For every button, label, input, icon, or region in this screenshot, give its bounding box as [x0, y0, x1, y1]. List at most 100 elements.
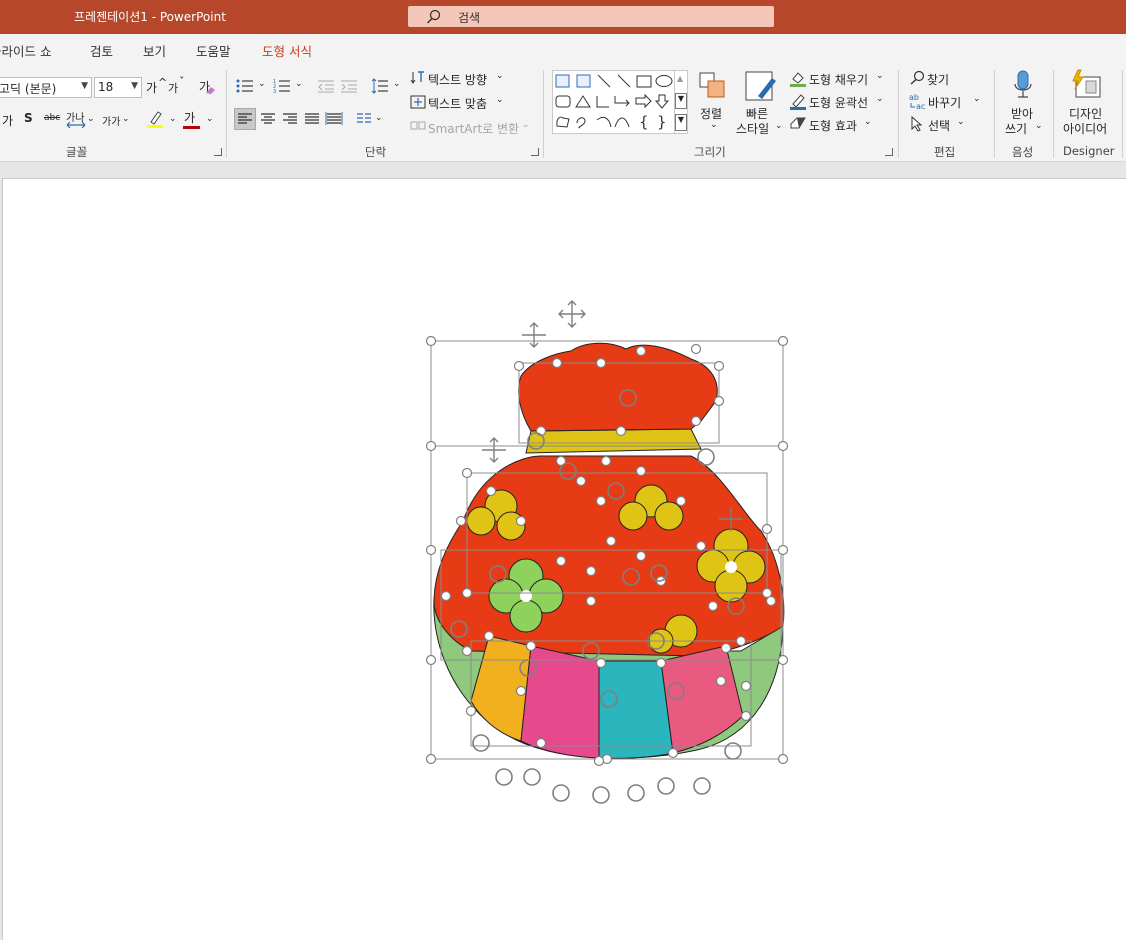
- decrease-indent-icon[interactable]: [318, 79, 334, 93]
- shrink-arrow-icon: ˇ: [179, 75, 185, 88]
- chevron-down-icon: ⌄: [169, 114, 177, 124]
- font-color-swatch: [183, 126, 200, 129]
- designer-group-label: Designer: [1063, 144, 1115, 158]
- spacing-arrows-icon: [66, 121, 86, 129]
- distributed-icon[interactable]: [325, 110, 343, 128]
- select-cursor-icon: [911, 116, 923, 132]
- font-name-select[interactable]: 고딕 (본문) ▼: [0, 77, 92, 98]
- columns-icon[interactable]: [356, 111, 372, 125]
- scroll-up-icon[interactable]: ▲: [677, 74, 683, 83]
- align-center-icon[interactable]: [259, 110, 277, 128]
- document-title: 프레젠테이션1 - PowerPoint: [74, 10, 226, 24]
- design-ideas-label-2[interactable]: 아이디어: [1063, 120, 1107, 137]
- font-dialog-launcher[interactable]: [214, 148, 222, 156]
- chevron-down-icon: ⌄: [206, 114, 214, 124]
- group-separator: [1122, 70, 1123, 158]
- font-color-button[interactable]: 가: [184, 109, 195, 126]
- group-separator: [543, 70, 544, 158]
- paragraph-dialog-launcher[interactable]: [531, 148, 539, 156]
- chevron-down-icon: ⌄: [1035, 121, 1043, 131]
- convert-smartart-button[interactable]: SmartArt로 변환: [428, 120, 519, 137]
- svg-text:{: {: [639, 113, 649, 131]
- line-spacing-icon[interactable]: [371, 78, 389, 94]
- more-shapes-icon[interactable]: ▼: [675, 114, 687, 131]
- replace-icon: ab ac: [909, 93, 925, 110]
- shape-effects-icon: [790, 117, 806, 129]
- font-size-select[interactable]: 18 ▼: [94, 77, 142, 98]
- chevron-down-icon: ⌄: [258, 79, 266, 89]
- shrink-font-button[interactable]: 가: [168, 80, 178, 96]
- gallery-scroll[interactable]: ▲ ▼ ▼: [674, 70, 688, 134]
- arrange-icon[interactable]: [698, 71, 728, 101]
- align-right-icon[interactable]: [281, 110, 299, 128]
- tab-shape-format[interactable]: 도형 서식: [262, 41, 312, 60]
- select-button[interactable]: 선택: [928, 117, 950, 134]
- group-separator: [226, 70, 227, 158]
- text-direction-icon: [410, 71, 424, 84]
- strikethrough-button[interactable]: abc: [44, 113, 60, 123]
- microphone-icon[interactable]: [1012, 70, 1034, 100]
- svg-text:}: }: [657, 113, 667, 131]
- slide-canvas[interactable]: [2, 178, 1126, 940]
- search-placeholder: 검색: [458, 11, 481, 25]
- drawing-dialog-launcher[interactable]: [885, 148, 893, 156]
- chevron-down-icon: ⌄: [973, 94, 981, 104]
- pen-outline-icon: [790, 94, 806, 110]
- tab-help[interactable]: 도움말: [196, 41, 231, 60]
- chevron-down-icon: ⌄: [295, 79, 303, 89]
- drawing-group-label: 그리기: [694, 145, 726, 159]
- slide-editing-area: [0, 162, 1126, 940]
- tab-slideshow[interactable]: 슬라이드 쇼: [0, 41, 51, 60]
- lucky-pouch-drawing[interactable]: [3, 179, 1125, 939]
- align-left-icon: [238, 113, 252, 124]
- chevron-down-icon: ⌄: [496, 95, 504, 105]
- chevron-down-icon: ⌄: [957, 117, 965, 127]
- find-button[interactable]: 찾기: [927, 71, 949, 88]
- shape-fill-button[interactable]: 도형 채우기: [809, 71, 868, 88]
- font-group-label: 글꼴: [66, 145, 88, 159]
- chevron-down-icon: ▼: [81, 81, 88, 91]
- shapes-gallery[interactable]: { }: [552, 70, 688, 134]
- chevron-down-icon: ⌄: [864, 117, 872, 127]
- chevron-down-icon: ⌄: [876, 94, 884, 104]
- numbering-icon[interactable]: 123: [273, 78, 291, 94]
- ribbon-tabs: 슬라이드 쇼 검토 보기 도움말 도형 서식: [0, 34, 1126, 64]
- justify-icon[interactable]: [303, 110, 321, 128]
- shape-outline-button[interactable]: 도형 윤곽선: [809, 94, 868, 111]
- quick-styles-label-2[interactable]: 스타일: [736, 120, 769, 137]
- tab-view[interactable]: 보기: [143, 41, 166, 60]
- bullets-icon[interactable]: [236, 78, 254, 94]
- chevron-down-icon: ⌄: [522, 120, 530, 130]
- dictate-label-2[interactable]: 쓰기: [1005, 120, 1027, 137]
- change-case-button[interactable]: 가가: [102, 113, 120, 128]
- ribbon: 고딕 (본문) ▼ 18 ▼ 가 ^ 가 ˇ 가 가 S abc 가나 ⌄ 가가…: [0, 64, 1126, 162]
- voice-group-label: 음성: [1012, 145, 1034, 159]
- find-icon: [910, 70, 925, 85]
- svg-text:ab: ab: [909, 93, 919, 102]
- quick-styles-icon[interactable]: [744, 70, 778, 104]
- shape-effects-button[interactable]: 도형 효과: [809, 117, 857, 134]
- align-text-button[interactable]: 텍스트 맞춤: [428, 95, 487, 112]
- align-left-button[interactable]: [234, 108, 256, 130]
- increase-indent-icon[interactable]: [341, 79, 357, 93]
- search-box[interactable]: 검색: [408, 6, 774, 27]
- design-ideas-icon[interactable]: [1070, 69, 1102, 101]
- underline-button[interactable]: 가: [2, 112, 13, 129]
- scroll-down-icon[interactable]: ▼: [675, 93, 687, 109]
- tab-review[interactable]: 검토: [90, 41, 113, 60]
- highlighter-icon[interactable]: [146, 109, 164, 129]
- replace-button[interactable]: 바꾸기: [928, 94, 961, 111]
- grow-font-button[interactable]: 가: [146, 79, 157, 96]
- chevron-down-icon: ⌄: [710, 120, 718, 130]
- group-separator: [898, 70, 899, 158]
- chevron-down-icon: ⌄: [122, 114, 130, 124]
- text-direction-button[interactable]: 텍스트 방향: [428, 71, 487, 88]
- chevron-down-icon: ⌄: [393, 79, 401, 89]
- font-name-value: 고딕 (본문): [0, 82, 57, 96]
- shapes-gallery-icons: { }: [555, 74, 673, 131]
- chevron-down-icon: ⌄: [496, 71, 504, 81]
- chevron-down-icon: ⌄: [876, 71, 884, 81]
- chevron-down-icon: ⌄: [775, 121, 783, 131]
- shadow-button[interactable]: S: [24, 111, 33, 125]
- title-bar: 프레젠테이션1 - PowerPoint 검색: [0, 0, 1126, 34]
